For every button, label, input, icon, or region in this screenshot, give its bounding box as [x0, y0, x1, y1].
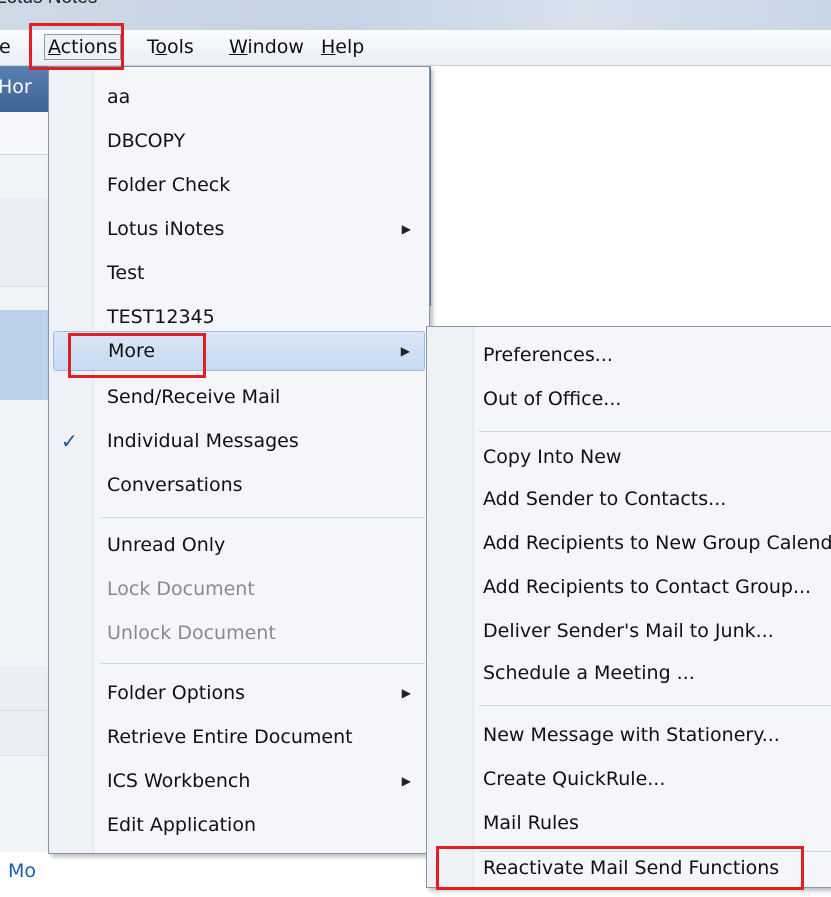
menu-item-lotus-inotes[interactable]: Lotus iNotes ▶ [49, 207, 429, 251]
menu-tools-mnemonic: o [155, 36, 168, 58]
title-bar: Lotus Notes [0, 0, 831, 30]
menu-item-retrieve-entire-document[interactable]: Retrieve Entire Document [49, 715, 429, 759]
menu-item-new-message-stationery[interactable]: New Message with Stationery... [427, 713, 831, 757]
menu-item-label: New Message with Stationery... [483, 724, 780, 746]
menu-window[interactable]: Window [226, 34, 307, 60]
background-row [0, 666, 50, 711]
menu-file[interactable]: e [0, 34, 14, 60]
menu-item-folder-options[interactable]: Folder Options ▶ [49, 671, 429, 715]
menu-item-preferences[interactable]: Preferences... [427, 333, 831, 377]
menu-item-label: Unread Only [107, 534, 226, 556]
menu-item-conversations[interactable]: Conversations [49, 463, 429, 507]
menu-item-label: Unlock Document [107, 622, 276, 644]
menu-item-add-sender-to-contacts[interactable]: Add Sender to Contacts... [427, 477, 831, 521]
menu-item-schedule-meeting[interactable]: Schedule a Meeting ... [427, 651, 831, 695]
menu-item-test[interactable]: Test [49, 251, 429, 295]
menu-item-more[interactable]: More ▶ [53, 331, 425, 371]
menu-actions-rest: ctions [60, 36, 118, 58]
menu-item-label: Add Recipients to New Group Calenda [483, 532, 831, 554]
menu-help[interactable]: Help [318, 34, 367, 60]
menu-item-label: Edit Application [107, 814, 256, 836]
menu-item-label: DBCOPY [107, 130, 186, 152]
menu-item-send-receive-mail[interactable]: Send/Receive Mail [49, 375, 429, 419]
menu-separator [101, 517, 425, 518]
more-submenu: Preferences... Out of Office... Copy Int… [426, 326, 831, 888]
menu-item-label: More [108, 340, 156, 362]
menu-item-label: Lock Document [107, 578, 255, 600]
background-bottom-link[interactable]: Mo [0, 852, 50, 897]
menu-item-unread-only[interactable]: Unread Only [49, 523, 429, 567]
menu-item-label: Individual Messages [107, 430, 299, 452]
menu-help-mnemonic: H [321, 36, 336, 58]
menu-item-label: Send/Receive Mail [107, 386, 281, 408]
menu-item-ics-workbench[interactable]: ICS Workbench ▶ [49, 759, 429, 803]
actions-menu: aa DBCOPY Folder Check Lotus iNotes ▶ Tes… [48, 66, 430, 854]
menu-item-individual-messages[interactable]: ✓ Individual Messages [49, 419, 429, 463]
window-title: Lotus Notes [0, 0, 97, 9]
background-header: Hor [0, 66, 50, 112]
menu-file-label: e [0, 36, 11, 58]
background-row [0, 711, 50, 756]
background-app-sidebar: Hor Mo [0, 66, 50, 897]
menu-item-label: Add Sender to Contacts... [483, 488, 727, 510]
menu-item-label: Copy Into New [483, 446, 622, 468]
menu-item-label: Folder Check [107, 174, 231, 196]
menu-tools-rest: ols [167, 36, 194, 58]
menu-tools[interactable]: Tools [144, 34, 197, 60]
menu-item-unlock-document: Unlock Document [49, 611, 429, 655]
background-selected-row [0, 310, 50, 400]
menu-item-copy-into-new[interactable]: Copy Into New [427, 435, 831, 479]
menu-item-add-recipients-group-calendar[interactable]: Add Recipients to New Group Calenda [427, 521, 831, 565]
menu-item-label: Add Recipients to Contact Group... [483, 576, 812, 598]
menu-item-aa[interactable]: aa [49, 75, 429, 119]
menu-item-label: Folder Options [107, 682, 246, 704]
menu-separator [101, 663, 425, 664]
menu-window-mnemonic: W [229, 36, 248, 58]
menu-item-label: Schedule a Meeting ... [483, 662, 695, 684]
background-toolbar [0, 112, 50, 155]
menu-item-deliver-to-junk[interactable]: Deliver Sender's Mail to Junk... [427, 609, 831, 653]
menu-item-label: Mail Rules [483, 812, 579, 834]
menu-item-label: Retrieve Entire Document [107, 726, 353, 748]
menu-item-dbcopy[interactable]: DBCOPY [49, 119, 429, 163]
menu-item-out-of-office[interactable]: Out of Office... [427, 377, 831, 421]
checkmark-icon: ✓ [61, 429, 78, 453]
menu-item-label: Reactivate Mail Send Functions [483, 857, 780, 879]
menu-item-label: ICS Workbench [107, 770, 251, 792]
menu-item-label: aa [107, 86, 131, 108]
menu-separator [479, 705, 831, 706]
menu-item-folder-check[interactable]: Folder Check [49, 163, 429, 207]
menu-item-label: Preferences... [483, 344, 613, 366]
menu-item-label: Deliver Sender's Mail to Junk... [483, 620, 774, 642]
background-row [0, 198, 50, 243]
menu-bar: e Actions Tools Window Help [0, 30, 831, 66]
menu-actions[interactable]: Actions [44, 34, 122, 60]
menu-item-label: Out of Office... [483, 388, 622, 410]
menu-item-label: Create QuickRule... [483, 768, 666, 790]
menu-item-edit-application[interactable]: Edit Application [49, 803, 429, 847]
submenu-arrow-icon: ▶ [401, 222, 411, 236]
menu-item-mail-rules[interactable]: Mail Rules [427, 801, 831, 845]
submenu-arrow-icon: ▶ [400, 344, 410, 358]
menu-help-rest: elp [335, 36, 365, 58]
menu-item-label: Lotus iNotes [107, 218, 225, 240]
menu-window-rest: indow [247, 36, 304, 58]
menu-separator [479, 431, 831, 432]
menu-item-lock-document: Lock Document [49, 567, 429, 611]
menu-item-create-quickrule[interactable]: Create QuickRule... [427, 757, 831, 801]
menu-item-add-recipients-contact-group[interactable]: Add Recipients to Contact Group... [427, 565, 831, 609]
submenu-arrow-icon: ▶ [401, 686, 411, 700]
menu-item-label: Test [107, 262, 145, 284]
menu-actions-mnemonic: A [48, 36, 61, 58]
background-header-fragment: Hor [0, 76, 32, 98]
background-row [0, 242, 50, 287]
menu-item-label: Conversations [107, 474, 243, 496]
submenu-arrow-icon: ▶ [401, 774, 411, 788]
background-bottom-fragment: Mo [8, 860, 37, 882]
menu-item-reactivate-mail-send[interactable]: Reactivate Mail Send Functions [427, 849, 831, 887]
